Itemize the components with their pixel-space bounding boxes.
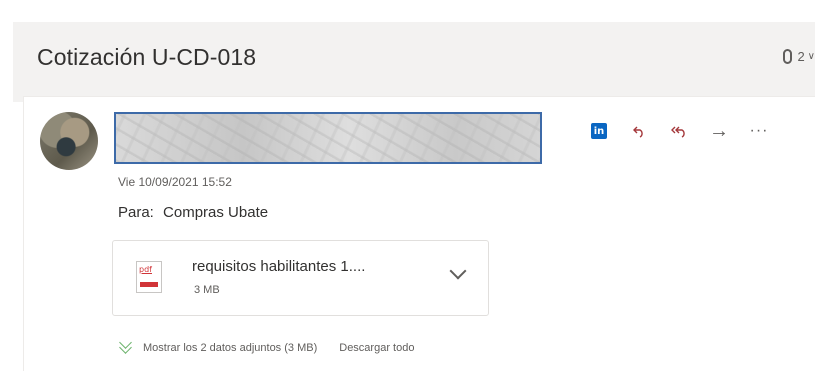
message-actions: in → ··· xyxy=(586,120,786,142)
more-icon: ··· xyxy=(749,122,769,139)
linkedin-icon: in xyxy=(591,123,607,139)
show-all-attachments-link[interactable]: Mostrar los 2 datos adjuntos (3 MB) xyxy=(143,342,317,354)
more-actions-button[interactable]: ··· xyxy=(746,120,772,142)
attachment-name: requisitos habilitantes 1.... xyxy=(192,258,366,275)
reply-all-button[interactable] xyxy=(666,120,692,142)
recipient-line: Para: Compras Ubate xyxy=(118,204,268,221)
recipient-name[interactable]: Compras Ubate xyxy=(163,204,268,221)
chevron-down-icon[interactable] xyxy=(449,262,467,280)
download-all-link[interactable]: Descargar todo xyxy=(339,342,414,354)
avatar[interactable] xyxy=(40,112,98,170)
double-chevron-down-icon[interactable] xyxy=(117,336,133,355)
reply-icon xyxy=(633,126,643,138)
forward-icon: → xyxy=(709,119,729,142)
reply-all-icon xyxy=(671,126,685,138)
subject-bar: Cotización U-CD-018 2 ∨ xyxy=(13,22,815,102)
paperclip-icon xyxy=(783,49,793,64)
attachment-size: 3 MB xyxy=(194,284,220,296)
to-label: Para: xyxy=(118,204,154,221)
attachment-count-button[interactable]: 2 ∨ xyxy=(783,49,815,64)
sender-redacted-block xyxy=(114,112,542,164)
attachments-footer: Mostrar los 2 datos adjuntos (3 MB) Desc… xyxy=(117,336,414,355)
message-date: Vie 10/09/2021 15:52 xyxy=(118,175,232,189)
email-reading-pane: Cotización U-CD-018 2 ∨ Vie 10/09/2021 1… xyxy=(0,0,815,371)
forward-button[interactable]: → xyxy=(706,120,732,142)
pdf-file-icon: pdf xyxy=(136,261,162,293)
reply-button[interactable] xyxy=(626,120,652,142)
subject-title: Cotización U-CD-018 xyxy=(37,44,257,70)
pdf-icon-label: pdf xyxy=(139,265,152,274)
linkedin-button[interactable]: in xyxy=(586,120,612,142)
attachment-card[interactable]: pdf requisitos habilitantes 1.... 3 MB xyxy=(112,240,489,316)
chevron-down-icon: ∨ xyxy=(807,51,815,62)
attachment-count: 2 xyxy=(797,49,805,64)
